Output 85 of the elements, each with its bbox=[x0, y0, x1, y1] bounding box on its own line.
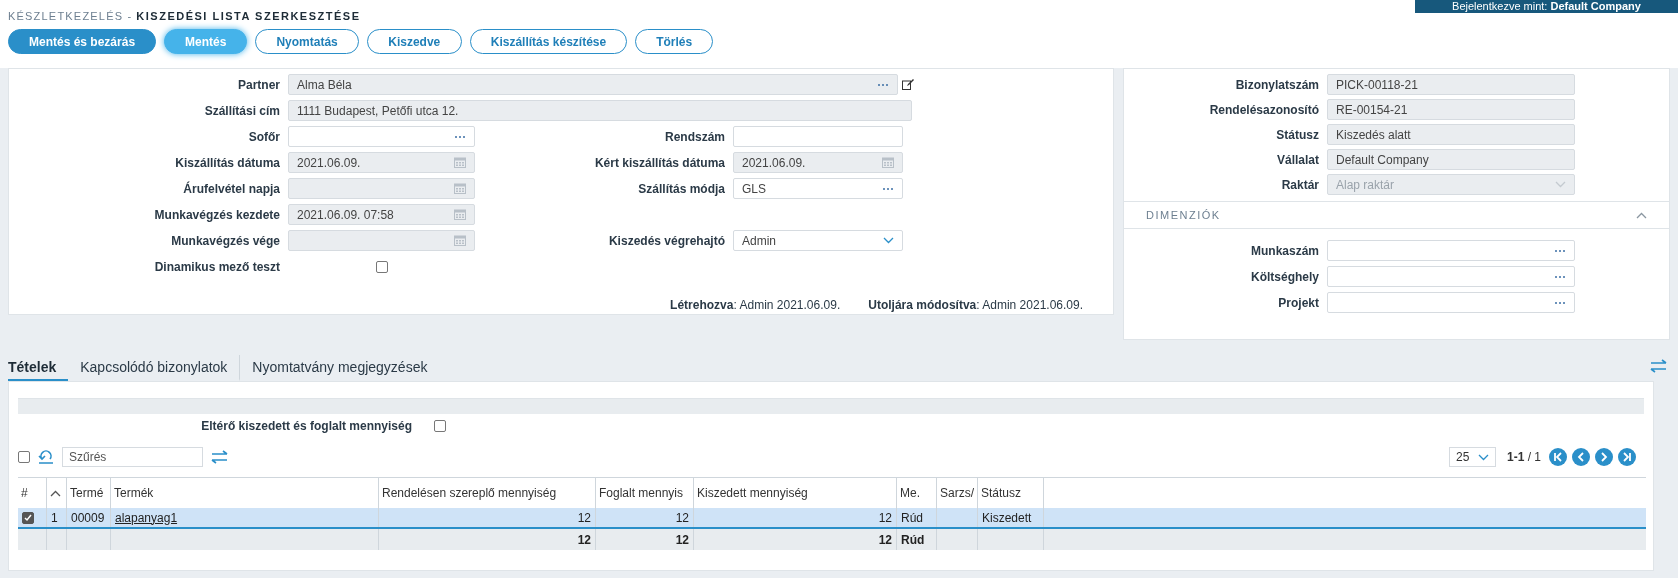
user-badge: Bejelentkezve mint: Default Company bbox=[1415, 0, 1678, 13]
table-cell-text: 12 bbox=[577, 509, 591, 527]
field-label: Munkavégzés vége bbox=[171, 232, 280, 250]
previous-page-icon[interactable] bbox=[1572, 448, 1590, 466]
field-label: Kiszállítás dátuma bbox=[175, 154, 280, 172]
select-field[interactable]: Admin bbox=[733, 230, 903, 251]
column-header[interactable]: Rendelésen szereplő mennyiség bbox=[382, 484, 557, 502]
product-link[interactable]: alapanyag1 bbox=[115, 508, 178, 527]
lookup-field[interactable] bbox=[1327, 292, 1575, 313]
breadcrumb-link[interactable]: KÉSZLETKEZELÉS - bbox=[8, 7, 133, 25]
more-icon[interactable] bbox=[1554, 274, 1566, 279]
column-header[interactable]: # bbox=[21, 484, 28, 502]
checkbox[interactable] bbox=[22, 511, 34, 524]
column-header[interactable]: Státusz bbox=[981, 484, 1022, 502]
field-label: Dinamikus mező teszt bbox=[154, 258, 280, 276]
lookup-field[interactable] bbox=[1327, 266, 1575, 287]
table-cell-text: 1 bbox=[51, 509, 58, 527]
action-button[interactable]: Mentés és bezárás bbox=[8, 29, 157, 54]
column-header[interactable]: Termék bbox=[114, 484, 154, 502]
total-value: 12 bbox=[675, 531, 689, 549]
chevron-down-icon[interactable] bbox=[1477, 453, 1489, 461]
table-cell-text: Rúd bbox=[901, 509, 923, 527]
first-page-icon[interactable] bbox=[1549, 448, 1567, 466]
audit-info: Utoljára módosítva: Admin 2021.06.09. bbox=[868, 297, 1083, 314]
table-cell-text: 00009 bbox=[71, 509, 105, 527]
field-label: Rendelésazonosító bbox=[1209, 101, 1319, 119]
field-label: Kért kiszállítás dátuma bbox=[594, 154, 725, 172]
field-label: Rendszám bbox=[664, 128, 725, 146]
field-label: Költséghely bbox=[1251, 268, 1319, 286]
lookup-field[interactable] bbox=[288, 126, 475, 147]
last-page-icon[interactable] bbox=[1618, 448, 1636, 466]
next-page-icon[interactable] bbox=[1595, 448, 1613, 466]
column-header[interactable]: Foglalt mennyis bbox=[599, 484, 684, 502]
action-button[interactable]: Törlés bbox=[635, 29, 714, 54]
table-cell-text: 12 bbox=[878, 509, 892, 527]
tab[interactable]: Kapcsolódó bizonylatok bbox=[68, 355, 240, 381]
field-label: Projekt bbox=[1278, 294, 1319, 312]
field-label: Kiszedés végrehajtó bbox=[608, 232, 725, 250]
field-label: Bizonylatszám bbox=[1235, 76, 1319, 94]
total-value: 12 bbox=[878, 531, 892, 549]
swap-arrows-icon[interactable] bbox=[211, 450, 229, 464]
column-header[interactable]: Kiszedett mennyiség bbox=[697, 484, 808, 502]
checkbox[interactable] bbox=[18, 451, 30, 463]
chevron-up-icon[interactable] bbox=[1636, 211, 1647, 219]
field-label: Szállítás módja bbox=[638, 180, 725, 198]
table-row[interactable]: 1 00009 alapanyag1 12 12 12 Rúd Kiszedett bbox=[18, 508, 1646, 529]
input-field[interactable] bbox=[733, 126, 903, 147]
total-value: 12 bbox=[577, 531, 591, 549]
swap-arrows-icon[interactable] bbox=[1650, 359, 1668, 373]
field-label: Vállalat bbox=[1276, 151, 1319, 169]
field-label: Munkaszám bbox=[1250, 242, 1319, 260]
total-value: Rúd bbox=[901, 531, 925, 549]
more-icon[interactable] bbox=[454, 134, 466, 139]
table-cell-text: Kiszedett bbox=[982, 509, 1032, 527]
section-header[interactable]: DIMENZIÓK bbox=[1124, 201, 1669, 229]
action-button[interactable]: Nyomtatás bbox=[255, 29, 359, 54]
lookup-field[interactable] bbox=[1327, 240, 1575, 261]
column-header[interactable]: Me. bbox=[900, 484, 920, 502]
field-label: Raktár bbox=[1281, 176, 1319, 194]
more-icon[interactable] bbox=[1554, 300, 1566, 305]
action-button[interactable]: Kiszállítás készítése bbox=[469, 29, 628, 54]
table-cell-text: 12 bbox=[675, 509, 689, 527]
field-label: Eltérő kiszedett és foglalt mennyiség bbox=[201, 418, 412, 435]
field-label: Munkavégzés kezdete bbox=[154, 206, 280, 224]
page-info: 1-1 / 1 bbox=[1506, 449, 1541, 466]
page-size-select[interactable]: 25 bbox=[1448, 447, 1496, 467]
field-label: Státusz bbox=[1276, 126, 1319, 144]
undo-icon[interactable] bbox=[38, 450, 54, 464]
field-label: Sofőr bbox=[248, 128, 280, 146]
page-title: KISZEDÉSI LISTA SZERKESZTÉSE bbox=[136, 8, 361, 24]
field-label: Szállítási cím bbox=[204, 102, 280, 120]
column-header[interactable]: Termé bbox=[70, 484, 104, 502]
sort-icon[interactable] bbox=[50, 489, 61, 497]
checkbox[interactable] bbox=[375, 260, 388, 273]
checkbox[interactable] bbox=[434, 420, 446, 432]
column-header[interactable]: Sarzs/ bbox=[940, 484, 974, 502]
field-label: Árufelvétel napja bbox=[183, 180, 280, 198]
more-icon[interactable] bbox=[882, 186, 894, 191]
action-button[interactable]: Kiszedve bbox=[366, 29, 462, 54]
filter-field[interactable]: Szűrés bbox=[62, 447, 203, 467]
field-label: Partner bbox=[237, 76, 280, 94]
chevron-down-icon[interactable] bbox=[883, 237, 894, 244]
lookup-field[interactable]: GLS bbox=[733, 178, 903, 199]
more-icon[interactable] bbox=[1554, 248, 1566, 253]
audit-info: Létrehozva: Admin 2021.06.09. bbox=[670, 297, 841, 314]
